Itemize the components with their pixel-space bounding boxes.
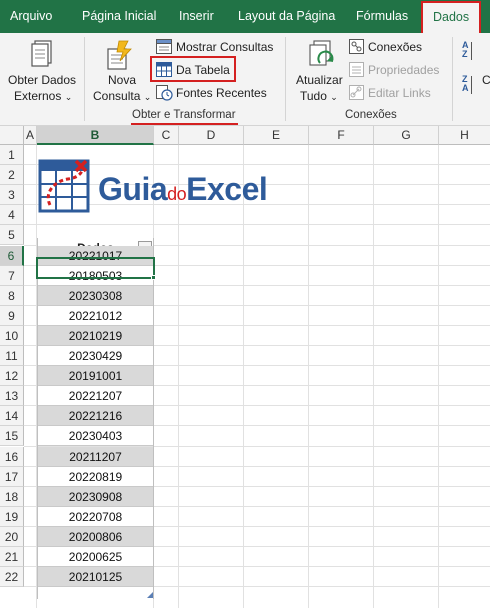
gridline [308, 145, 309, 608]
sort-descending-button[interactable]: Z A [462, 75, 478, 101]
row-header-19[interactable]: 19 [0, 506, 24, 527]
database-icon [31, 40, 52, 67]
ribbon-separator [452, 37, 453, 121]
properties-icon [349, 62, 364, 77]
underline-obter-e-transformar [131, 123, 238, 125]
obter-dados-externos-button[interactable]: Obter Dados Externos ⌄ [4, 35, 80, 105]
tab-arquivo[interactable]: Arquivo [10, 0, 52, 33]
tab-pagina-inicial[interactable]: Página Inicial [82, 0, 156, 33]
group-label-obter-e-transformar: Obter e Transformar [132, 109, 236, 121]
refresh-all-icon [309, 40, 334, 66]
logo-text-do: do [167, 184, 187, 204]
column-header-b[interactable]: B [37, 126, 154, 145]
row-header-12[interactable]: 12 [0, 366, 24, 387]
chevron-down-icon: ⌄ [143, 92, 152, 102]
column-header-g[interactable]: G [374, 126, 439, 145]
spreadsheet-logo-icon [38, 159, 90, 213]
connections-icon [349, 39, 364, 54]
row-header-7[interactable]: 7 [0, 265, 24, 286]
conexoes-button[interactable]: Conexões [349, 38, 429, 56]
obter-dados-label-1: Obter Dados [8, 73, 77, 87]
edit-links-icon [349, 85, 364, 100]
tab-layout-da-pagina[interactable]: Layout da Página [238, 0, 335, 33]
row-header-8[interactable]: 8 [0, 285, 24, 306]
active-cell-b6 [36, 257, 155, 279]
column-header-f[interactable]: F [309, 126, 374, 145]
row-header-2[interactable]: 2 [0, 165, 24, 186]
column-header-d[interactable]: D [179, 126, 244, 145]
fontes-recentes-label: Fontes Recentes [176, 86, 267, 100]
ribbon-separator [285, 37, 286, 121]
row-header-17[interactable]: 17 [0, 466, 24, 487]
select-all-corner[interactable] [0, 126, 24, 145]
row-header-4[interactable]: 4 [0, 205, 24, 226]
obter-dados-label-2: Externos ⌄ [14, 89, 73, 103]
row-header-18[interactable]: 18 [0, 486, 24, 507]
ribbon-tab-bar: Arquivo Página Inicial Inserir Layout da… [0, 0, 490, 33]
fontes-recentes-button[interactable]: Fontes Recentes [156, 84, 267, 102]
row-header-9[interactable]: 9 [0, 305, 24, 326]
sort-ascending-button[interactable]: A Z [462, 41, 478, 67]
table-border [37, 238, 154, 599]
row-header-3[interactable]: 3 [0, 185, 24, 206]
gridline [373, 145, 374, 608]
row-header-22[interactable]: 22 [0, 567, 24, 588]
tab-formulas[interactable]: Fórmulas [356, 0, 408, 33]
logo-text-guia: Guia [98, 171, 168, 207]
nova-consulta-label-2: Consulta ⌄ [93, 89, 152, 103]
ribbon-separator [84, 37, 85, 121]
row-header-6[interactable]: 6 [0, 245, 24, 266]
column-header-e[interactable]: E [244, 126, 309, 145]
column-header-c[interactable]: C [154, 126, 179, 145]
row-header-1[interactable]: 1 [0, 145, 24, 166]
group-label-conexoes: Conexões [345, 109, 397, 121]
atualizar-label-2: Tudo ⌄ [300, 89, 338, 103]
propriedades-label: Propriedades [368, 63, 440, 77]
row-header-5[interactable]: 5 [0, 225, 24, 246]
classificar-label-partial: C [482, 73, 490, 87]
sort-ascending-icon: A Z [462, 40, 469, 59]
row-header-10[interactable]: 10 [0, 325, 24, 346]
atualizar-label-1: Atualizar [296, 73, 343, 87]
mostrar-consultas-label: Mostrar Consultas [176, 40, 274, 54]
fill-handle[interactable] [151, 275, 156, 280]
guia-do-excel-logo: GuiadoExcel [38, 157, 308, 217]
show-queries-icon [156, 39, 172, 54]
row-header-11[interactable]: 11 [0, 346, 24, 367]
column-header-h[interactable]: H [439, 126, 490, 145]
row-header-13[interactable]: 13 [0, 386, 24, 407]
chevron-down-icon: ⌄ [64, 92, 73, 102]
mostrar-consultas-button[interactable]: Mostrar Consultas [156, 38, 278, 56]
row-header-16[interactable]: 16 [0, 446, 24, 467]
tab-inserir[interactable]: Inserir [179, 0, 214, 33]
gridline [438, 145, 439, 608]
ribbon-dados: Obter Dados Externos ⌄ Nova Consulta ⌄ M… [0, 33, 490, 126]
logo-text-excel: Excel [186, 171, 268, 207]
row-header-20[interactable]: 20 [0, 526, 24, 547]
editar-links-button[interactable]: Editar Links [349, 84, 433, 102]
conexoes-label: Conexões [368, 40, 423, 54]
atualizar-tudo-button[interactable]: Atualizar Tudo ⌄ [292, 35, 348, 105]
column-header-a[interactable]: A [24, 126, 37, 145]
recent-sources-icon [156, 85, 173, 101]
editar-links-label: Editar Links [368, 86, 431, 100]
worksheet-grid[interactable]: A B C D E F G H 1 2 3 4 5 6 7 8 9 10 11 12 13 14 15 16 1… [0, 126, 490, 608]
table-resize-handle-icon [147, 592, 153, 598]
chevron-down-icon: ⌄ [330, 92, 338, 102]
new-query-icon [107, 40, 132, 70]
highlight-box-da-tabela [150, 56, 236, 82]
gridline [24, 224, 490, 226]
tab-dados[interactable]: Dados [421, 1, 482, 33]
sort-descending-icon: Z A [462, 74, 469, 93]
nova-consulta-label-1: Nova [108, 73, 137, 87]
row-header-15[interactable]: 15 [0, 426, 24, 447]
nova-consulta-button[interactable]: Nova Consulta ⌄ [90, 35, 152, 105]
row-header-14[interactable]: 14 [0, 406, 24, 427]
propriedades-button[interactable]: Propriedades [349, 61, 441, 79]
row-header-21[interactable]: 21 [0, 547, 24, 568]
